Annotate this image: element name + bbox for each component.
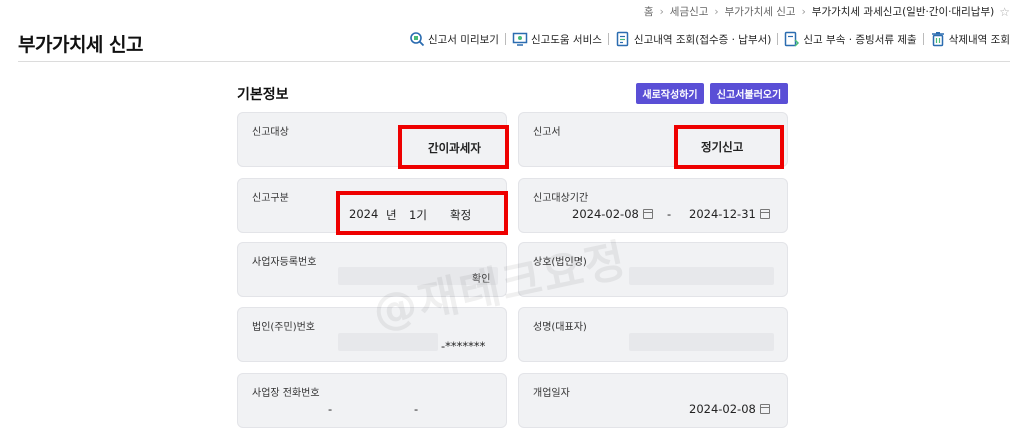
toolbar-divider — [777, 33, 779, 45]
filing-target-card: 신고대상 간이과세자 — [237, 112, 507, 167]
new-form-button[interactable]: 새로작성하기 — [636, 83, 704, 104]
chevron-right-icon: › — [659, 5, 664, 18]
phone-dash-1: - — [328, 402, 333, 416]
deleted-history-button[interactable]: 삭제내역 조회 — [930, 31, 1010, 47]
document-upload-icon — [785, 31, 800, 47]
filing-target-value: 간이과세자 — [428, 141, 481, 155]
filing-type-value[interactable]: 확정 — [450, 207, 471, 223]
attach-docs-label: 신고 부속 · 증빙서류 제출 — [803, 33, 917, 46]
representative-card: 성명(대표자) — [518, 307, 788, 362]
calendar-icon[interactable] — [759, 209, 770, 219]
open-date-value: 2024-02-08 — [689, 402, 756, 416]
document-list-icon — [616, 31, 629, 47]
filing-target-label: 신고대상 — [252, 127, 289, 138]
open-date-field[interactable]: 2024-02-08 — [689, 402, 770, 416]
period-end-field[interactable]: 2024-12-31 — [689, 207, 770, 221]
load-form-button[interactable]: 신고서불러오기 — [710, 83, 788, 104]
calendar-icon[interactable] — [642, 209, 653, 219]
representative-label: 성명(대표자) — [533, 322, 587, 333]
period-start-value: 2024-02-08 — [572, 207, 639, 221]
breadcrumb-current: 부가가치세 과세신고(일반·간이·대리납부) — [811, 6, 995, 18]
filing-period-label: 신고대상기간 — [533, 193, 589, 204]
period-start-field[interactable]: 2024-02-08 — [572, 207, 653, 221]
history-button[interactable]: 신고내역 조회(접수증 · 납부서) — [615, 31, 771, 47]
bizno-label: 사업자등록번호 — [252, 257, 317, 268]
toolbar-divider — [504, 33, 506, 45]
calendar-icon[interactable] — [759, 404, 770, 414]
toolbar: 신고서 미리보기 신고도움 서비스 신고내역 조회(접수증 · 납부서) 신고 … — [409, 31, 1010, 47]
filing-form-label: 신고서 — [533, 127, 561, 138]
filing-category-label: 신고구분 — [252, 193, 289, 204]
filing-period-value[interactable]: 1기 — [409, 207, 427, 223]
help-service-label: 신고도움 서비스 — [530, 33, 602, 46]
period-end-value: 2024-12-31 — [689, 207, 756, 221]
filing-category-card: 신고구분 2024 년 1기 확정 — [237, 178, 507, 233]
section-title: 기본정보 — [237, 87, 289, 103]
star-icon[interactable]: ☆ — [999, 5, 1010, 19]
breadcrumb-vat[interactable]: 부가가치세 신고 — [725, 4, 796, 19]
monitor-icon — [512, 32, 528, 46]
magnifier-doc-icon — [410, 32, 425, 47]
open-date-card: 개업일자 2024-02-08 — [518, 373, 788, 428]
phone-dash-2: - — [414, 402, 419, 416]
attach-docs-button[interactable]: 신고 부속 · 증빙서류 제출 — [784, 31, 917, 47]
filing-form-card: 신고서 정기신고 — [518, 112, 788, 167]
open-date-label: 개업일자 — [533, 388, 570, 399]
corpno-masked-value: -******* — [441, 339, 486, 353]
corpno-label: 법인(주민)번호 — [252, 322, 316, 333]
deleted-history-label: 삭제내역 조회 — [948, 33, 1010, 46]
trash-icon — [931, 32, 944, 47]
chevron-right-icon: › — [801, 5, 806, 18]
company-name-redacted — [629, 267, 774, 285]
chevron-right-icon: › — [714, 5, 719, 18]
filing-year-value[interactable]: 2024 — [349, 207, 378, 221]
preview-button[interactable]: 신고서 미리보기 — [409, 31, 499, 47]
breadcrumb: 홈 › 세금신고 › 부가가치세 신고 › 부가가치세 과세신고(일반·간이·대… — [644, 4, 1010, 19]
breadcrumb-tax-filing[interactable]: 세금신고 — [670, 4, 709, 19]
representative-redacted — [629, 333, 774, 351]
phone-card: 사업장 전화번호 - - — [237, 373, 507, 428]
breadcrumb-home[interactable]: 홈 — [644, 4, 654, 19]
preview-label: 신고서 미리보기 — [427, 33, 499, 46]
page-title: 부가가치세 신고 — [18, 34, 143, 56]
filing-year-unit: 년 — [386, 208, 397, 222]
toolbar-divider — [607, 33, 609, 45]
period-dash: - — [667, 207, 672, 221]
history-label: 신고내역 조회(접수증 · 납부서) — [633, 33, 772, 46]
filing-form-value: 정기신고 — [701, 140, 744, 154]
phone-label: 사업장 전화번호 — [252, 388, 320, 399]
help-service-button[interactable]: 신고도움 서비스 — [512, 31, 602, 47]
toolbar-divider — [922, 33, 924, 45]
filing-period-card: 신고대상기간 2024-02-08 - 2024-12-31 — [518, 178, 788, 233]
header-divider — [18, 61, 1010, 62]
